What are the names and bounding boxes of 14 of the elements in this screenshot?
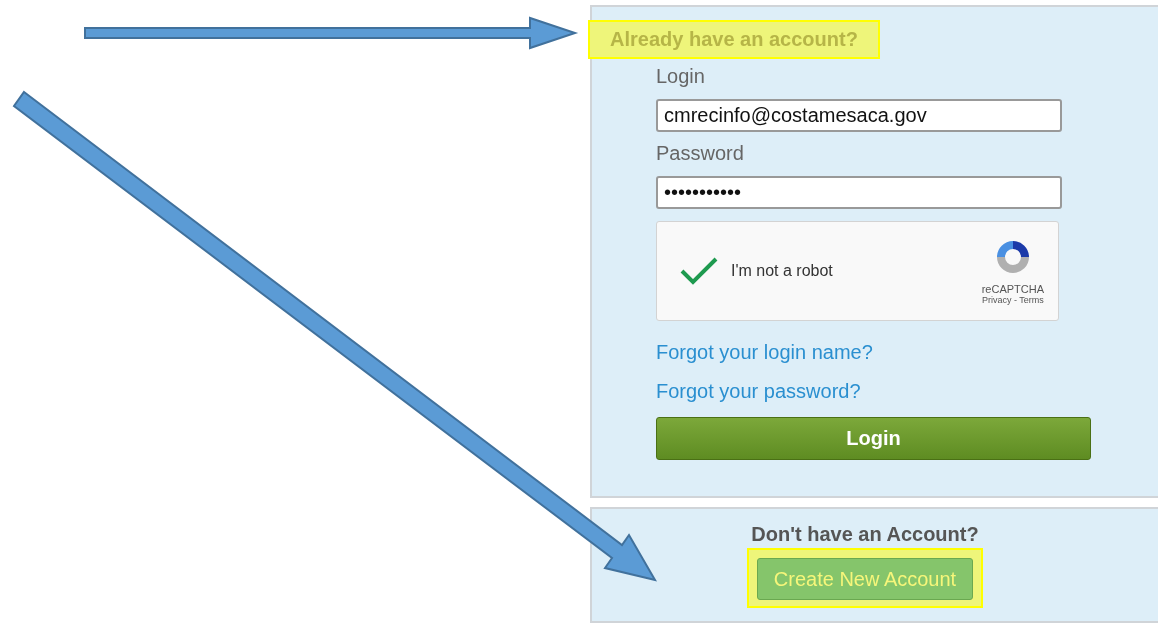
field-label: Login	[656, 65, 705, 89]
create-account-button[interactable]: Create New Account	[756, 558, 974, 600]
login-field[interactable]: cmrecinfo@costamesaca.gov	[656, 99, 1062, 132]
field-label: Password	[656, 142, 744, 166]
checkmark-icon[interactable]	[679, 256, 719, 286]
forgot-link[interactable]: Forgot your password?	[656, 380, 861, 403]
signup-prompt: Don't have an Account?	[751, 523, 979, 546]
login-button[interactable]: Login	[656, 417, 1091, 460]
captcha-brand: reCAPTCHA	[981, 283, 1044, 295]
forgot-link[interactable]: Forgot your login name?	[656, 341, 873, 364]
password-field[interactable]: •••••••••••	[656, 176, 1062, 209]
section-heading: Already have an account?	[588, 20, 880, 59]
captcha-links: Privacy - Terms	[981, 295, 1044, 305]
captcha-label: I'm not a robot	[731, 262, 834, 280]
